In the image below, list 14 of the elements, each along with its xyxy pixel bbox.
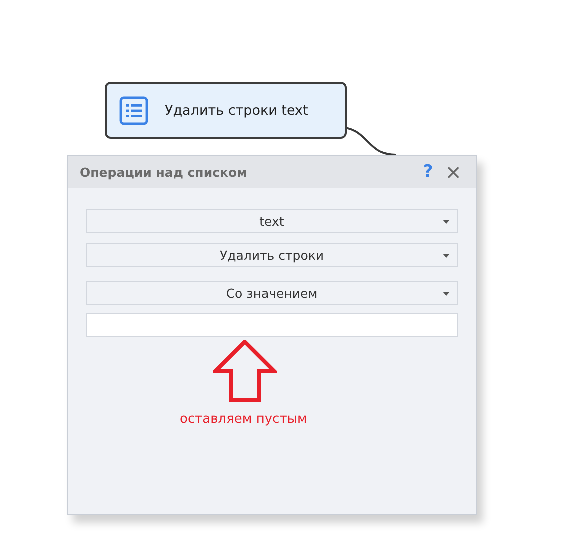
dialog-title: Операции над списком (80, 164, 248, 180)
annotation-text: оставляем пустым (180, 412, 308, 427)
close-button[interactable]: × (441, 160, 466, 184)
caret-icon (443, 220, 450, 224)
dropdown[interactable]: Со значением (86, 281, 458, 305)
caret-icon (443, 292, 450, 296)
action-node[interactable]: Удалить строки text (105, 82, 347, 139)
caret-icon (443, 254, 450, 258)
list-icon (119, 96, 149, 126)
up-arrow-icon (213, 340, 277, 402)
node-label: Удалить строки text (165, 102, 308, 118)
dropdown[interactable]: text (86, 209, 458, 233)
dropdown[interactable]: Удалить строки (86, 243, 458, 267)
input-field[interactable] (86, 313, 458, 337)
